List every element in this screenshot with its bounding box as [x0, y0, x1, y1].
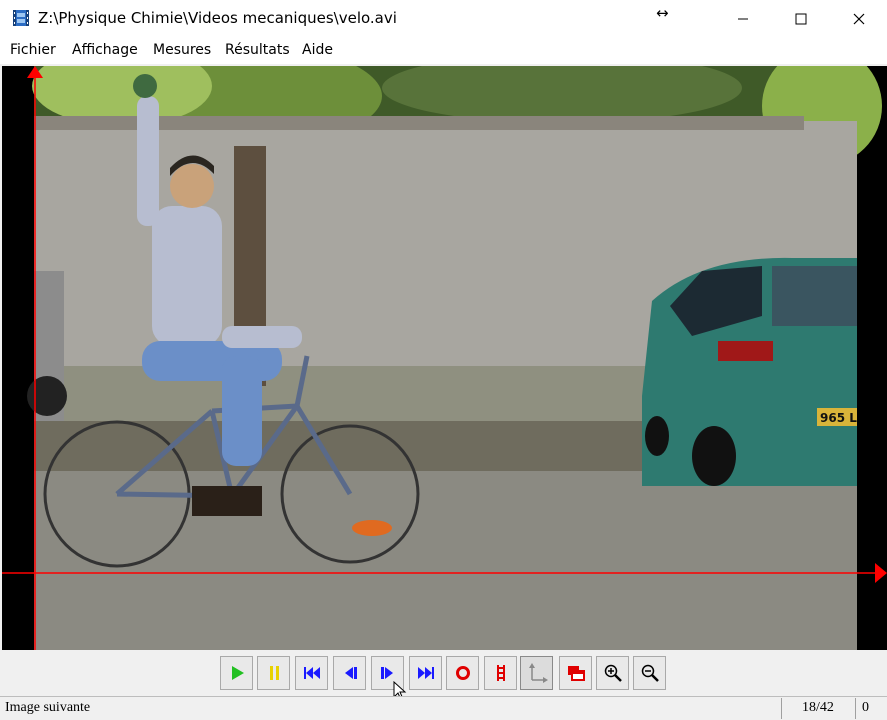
- previous-frame-button[interactable]: [333, 656, 366, 690]
- step-forward-icon: [380, 667, 393, 679]
- maximize-icon: [795, 13, 807, 25]
- last-frame-button[interactable]: [409, 656, 442, 690]
- film-icon: [13, 10, 29, 26]
- playback-toolbar: [0, 650, 887, 701]
- zoom-out-icon: [641, 664, 659, 682]
- status-bar: Image suivante 18/42 0: [0, 696, 887, 720]
- window-button[interactable]: [559, 656, 592, 690]
- pause-button[interactable]: [257, 656, 290, 690]
- first-frame-button[interactable]: [295, 656, 328, 690]
- video-scene: 965 L: [27, 66, 882, 650]
- close-icon: [853, 13, 865, 25]
- play-icon: [231, 666, 244, 680]
- video-frame[interactable]: 965 L: [2, 66, 887, 650]
- axes-icon: [528, 663, 548, 683]
- close-button[interactable]: [830, 0, 887, 38]
- maximize-button[interactable]: [772, 0, 830, 38]
- menu-mesures[interactable]: Mesures: [153, 42, 211, 58]
- play-button[interactable]: [220, 656, 253, 690]
- scale-button[interactable]: [484, 656, 517, 690]
- minimize-button[interactable]: [714, 0, 772, 38]
- point-count: 0: [855, 698, 887, 719]
- menu-resultats[interactable]: Résultats: [225, 42, 290, 58]
- status-message: Image suivante: [5, 700, 91, 715]
- menu-affichage[interactable]: Affichage: [72, 42, 138, 58]
- record-icon: [455, 666, 470, 680]
- pause-icon: [269, 666, 279, 680]
- ruler-icon: [496, 665, 505, 681]
- skip-last-icon: [417, 667, 434, 679]
- window-icon: [567, 666, 585, 681]
- zoom-in-icon: [604, 664, 622, 682]
- step-back-icon: [344, 667, 357, 679]
- resize-icon: ↔: [656, 4, 669, 22]
- record-button[interactable]: [446, 656, 479, 690]
- menu-aide[interactable]: Aide: [302, 42, 333, 58]
- menu-fichier[interactable]: Fichier: [10, 42, 56, 58]
- skip-first-icon: [303, 667, 320, 679]
- minimize-icon: [738, 18, 748, 20]
- title-bar: Z:\Physique Chimie\Videos mecaniques\vel…: [0, 0, 887, 38]
- zoom-in-button[interactable]: [596, 656, 629, 690]
- menu-bar: Fichier Affichage Mesures Résultats Aide: [0, 38, 887, 64]
- zoom-out-button[interactable]: [633, 656, 666, 690]
- window-title: Z:\Physique Chimie\Videos mecaniques\vel…: [38, 9, 397, 27]
- axes-button[interactable]: [520, 656, 553, 690]
- license-plate: 965 L: [820, 411, 857, 425]
- frame-counter: 18/42: [781, 698, 854, 719]
